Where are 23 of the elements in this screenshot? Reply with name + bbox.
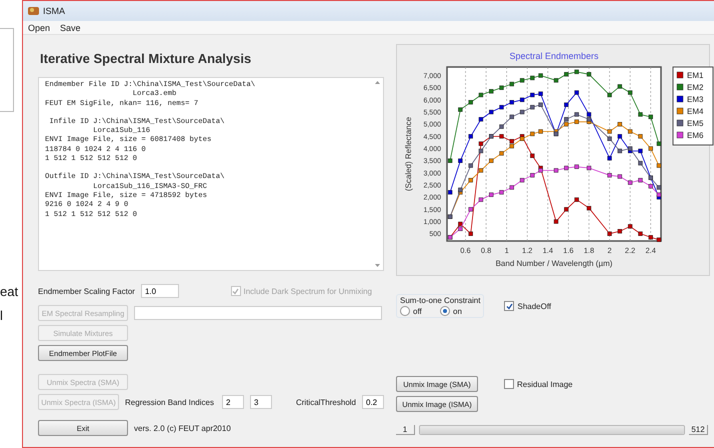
- app-heading: Iterative Spectral Mixture Analysis: [40, 51, 252, 66]
- field-label: Endmember Scaling Factor: [38, 286, 135, 296]
- legend-label: EM3: [687, 95, 704, 104]
- field-label: Regression Band Indices: [125, 398, 214, 406]
- window-title: ISMA: [43, 6, 66, 16]
- background-text: eat: [0, 283, 20, 301]
- background-text: l: [0, 307, 4, 325]
- y-axis-title: (Scaled) Reflectance: [404, 116, 413, 192]
- x-axis-title: Band Number / Wavelength (µm): [496, 259, 612, 268]
- checkbox-label: Include Dark Spectrum for Unmixing: [244, 286, 372, 296]
- group-label: Sum-to-one Constraint: [400, 296, 480, 305]
- checkbox-label: ShadeOff: [517, 302, 552, 310]
- legend-label: EM5: [687, 119, 704, 128]
- field-label: CriticalThreshold: [296, 398, 356, 406]
- legend-label: EM6: [687, 131, 704, 140]
- legend-label: EM1: [687, 71, 704, 80]
- version-text: vers. 2.0 (c) FEUT apr2010: [134, 424, 231, 432]
- legend-label: EM2: [687, 83, 704, 92]
- chart-title: Spectral Endmembers: [509, 51, 599, 61]
- legend-label: EM4: [687, 107, 704, 116]
- range-start: 1: [396, 425, 415, 435]
- range-end: 512: [689, 425, 708, 435]
- checkbox-label: Residual Image: [517, 380, 573, 388]
